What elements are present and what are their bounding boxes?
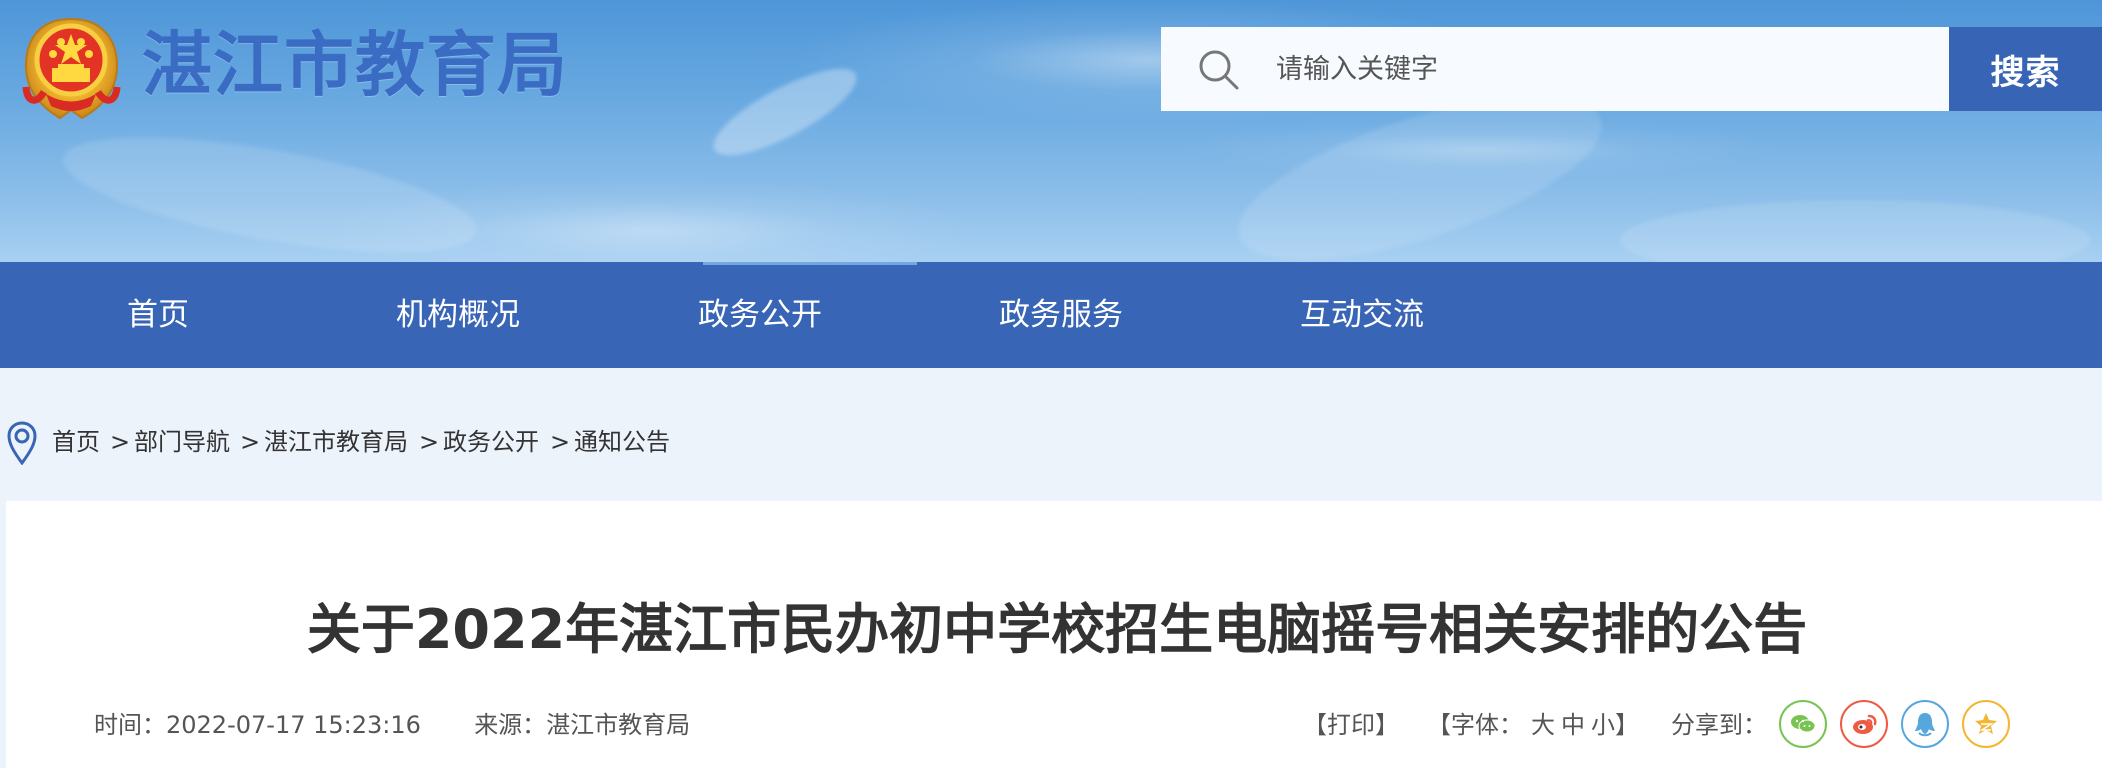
qzone-share-button[interactable] [1962, 700, 2010, 748]
source-value: 湛江市教育局 [546, 711, 691, 739]
sky-cloud-decoration [703, 53, 867, 171]
national-emblem-icon [18, 14, 125, 124]
sky-cloud-decoration [55, 114, 485, 262]
qq-share-button[interactable] [1901, 700, 1949, 748]
location-pin-icon [7, 421, 37, 465]
breadcrumb-separator: > [240, 428, 261, 456]
breadcrumb-government-affairs-public-link[interactable]: 政务公开 [443, 417, 539, 467]
site-header: 湛江市教育局 搜索 [0, 0, 2102, 262]
font-small-button[interactable]: 小 [1591, 699, 1615, 751]
nav-item-home[interactable]: 首页 [123, 262, 193, 368]
article-title: 关于2022年湛江市民办初中学校招生电脑摇号相关安排的公告 [306, 598, 1808, 662]
font-size-prefix: 【字体： [1427, 711, 1523, 739]
article-metadata: 时间：2022-07-17 15:23:16 来源：湛江市教育局 [94, 705, 690, 745]
site-title: 湛江市教育局 [142, 24, 568, 106]
nav-item-interaction[interactable]: 互动交流 [1297, 262, 1427, 368]
font-size-suffix: 】 [1615, 711, 1639, 739]
nav-item-government-affairs-public[interactable]: 政务公开 [695, 262, 825, 368]
breadcrumb-separator: > [110, 428, 131, 456]
breadcrumb-separator: > [550, 428, 571, 456]
article-content: 关于2022年湛江市民办初中学校招生电脑摇号相关安排的公告 时间：2022-07… [6, 501, 2102, 768]
search-button[interactable]: 搜索 [1949, 27, 2102, 111]
wechat-share-button[interactable] [1779, 700, 1827, 748]
font-medium-button[interactable]: 中 [1561, 699, 1585, 751]
wechat-icon [1791, 715, 1816, 733]
main-navigation: 首页 机构概况 政务公开 政务服务 互动交流 [0, 262, 2102, 368]
search-box[interactable] [1161, 27, 1949, 111]
source-label: 来源： [474, 711, 547, 739]
sky-cloud-decoration [1620, 200, 2090, 262]
breadcrumb-education-bureau-link[interactable]: 湛江市教育局 [264, 417, 408, 467]
share-label: 分享到： [1671, 711, 1767, 739]
weibo-share-button[interactable] [1840, 700, 1888, 748]
search-icon [1199, 50, 1239, 90]
page: 湛江市教育局 搜索 首页 机构概况 政务公开 政务服务 互动交流 首页 > 部门… [0, 0, 2102, 768]
font-large-button[interactable]: 大 [1531, 699, 1555, 751]
weibo-icon [1853, 714, 1877, 734]
breadcrumb-notices-link[interactable]: 通知公告 [574, 417, 670, 467]
qzone-icon [1975, 713, 1997, 734]
active-nav-indicator [703, 262, 917, 265]
print-button[interactable]: 【打印】 [1303, 699, 1399, 751]
nav-item-organization-overview[interactable]: 机构概况 [393, 262, 523, 368]
breadcrumb-department-navigation-link[interactable]: 部门导航 [134, 417, 230, 467]
publish-time-label: 时间： [94, 711, 166, 739]
qq-icon [1915, 713, 1935, 737]
search-input[interactable] [1276, 27, 1916, 111]
breadcrumb-separator: > [419, 428, 440, 456]
nav-item-government-services[interactable]: 政务服务 [996, 262, 1126, 368]
publish-time: 2022-07-17 15:23:16 [166, 711, 421, 739]
breadcrumb-home-link[interactable]: 首页 [52, 417, 100, 467]
